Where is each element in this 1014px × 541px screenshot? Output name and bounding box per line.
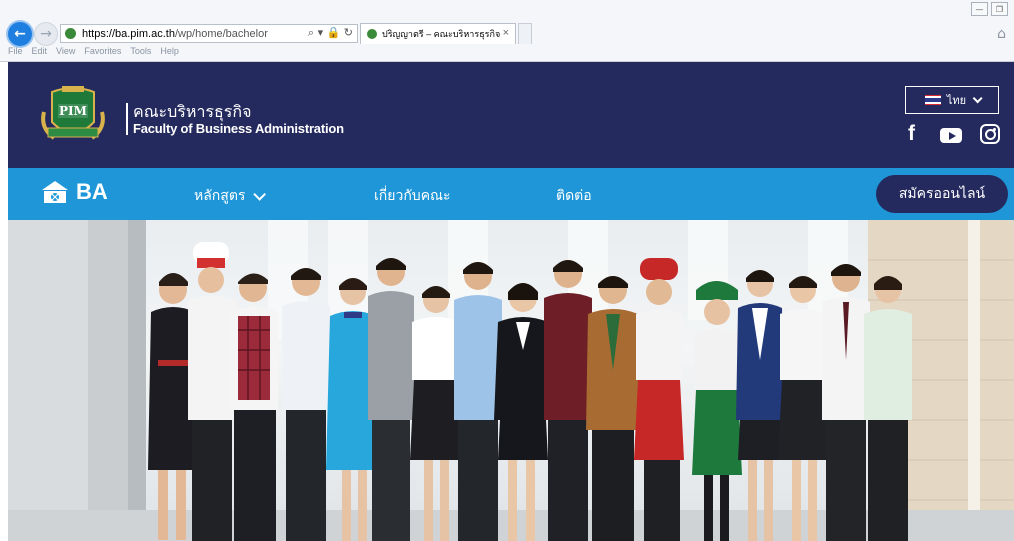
nav-item-contact[interactable]: ติดต่อ	[556, 185, 592, 207]
ba-brand-text: BA	[76, 179, 108, 204]
tab-title: ปริญญาตรี – คณะบริหารธุรกิจ	[382, 29, 501, 39]
pim-logo-text: PIM	[59, 104, 87, 118]
url-path: /wp/home/bachelor	[174, 27, 268, 40]
header-divider	[126, 103, 128, 135]
address-bar-icons[interactable]: ⌕ ▾ 🔒 ↻	[308, 26, 353, 40]
nav-item-label: หลักสูตร	[194, 188, 246, 204]
nav-item-courses[interactable]: หลักสูตร	[194, 185, 267, 207]
menu-file[interactable]: File	[8, 46, 23, 60]
browser-tab-active[interactable]: ปริญญาตรี – คณะบริหารธุรกิจ ×	[360, 23, 516, 44]
chevron-down-icon	[253, 187, 267, 201]
forward-arrow-icon[interactable]: →	[34, 22, 58, 46]
hero-students-illustration	[8, 220, 1014, 541]
new-tab-button[interactable]	[518, 23, 532, 44]
language-selector[interactable]: ไทย	[905, 86, 999, 114]
tab-close-icon[interactable]: ×	[503, 27, 509, 39]
back-arrow-icon[interactable]: ←	[8, 22, 32, 46]
menu-help[interactable]: Help	[160, 46, 179, 60]
nav-item-label: ติดต่อ	[556, 188, 592, 204]
home-icon[interactable]: ⌂	[997, 26, 1006, 42]
student-figures	[148, 242, 912, 541]
hero-banner-image	[8, 220, 1014, 541]
menu-bar: File Edit View Favorites Tools Help	[0, 46, 179, 60]
apply-online-button[interactable]: สมัครออนไลน์	[876, 175, 1008, 213]
main-navigation: BA หลักสูตร เกี่ยวกับคณะ ติดต่อ สมัครออน…	[8, 168, 1014, 220]
tab-favicon-icon	[367, 29, 377, 39]
minimize-icon[interactable]: —	[971, 2, 988, 16]
language-label: ไทย	[946, 94, 967, 107]
faculty-name-english: Faculty of Business Administration	[133, 121, 344, 136]
thai-flag-icon	[924, 94, 941, 106]
url-host: https://ba.pim.ac.th	[82, 27, 175, 40]
nav-item-about[interactable]: เกี่ยวกับคณะ	[374, 185, 451, 207]
site-header: PIM คณะบริหารธุรกิจ Faculty of Business …	[8, 62, 1014, 168]
ba-brand-logo[interactable]: BA	[40, 179, 108, 205]
menu-view[interactable]: View	[56, 46, 75, 60]
window-controls: — ❐	[971, 2, 1008, 16]
site-favicon-icon	[65, 28, 76, 39]
browser-chrome: ← → https://ba.pim.ac.th /wp/home/bachel…	[0, 0, 1014, 62]
ba-building-icon	[42, 181, 68, 203]
pim-logo[interactable]: PIM	[38, 82, 108, 148]
maximize-icon[interactable]: ❐	[991, 2, 1008, 16]
address-bar[interactable]: https://ba.pim.ac.th /wp/home/bachelor ⌕…	[60, 24, 358, 43]
facebook-icon[interactable]: f	[908, 122, 915, 146]
instagram-icon[interactable]	[980, 124, 1000, 144]
nav-item-label: เกี่ยวกับคณะ	[374, 188, 451, 204]
menu-edit[interactable]: Edit	[32, 46, 48, 60]
menu-tools[interactable]: Tools	[130, 46, 151, 60]
youtube-icon[interactable]	[940, 128, 962, 143]
menu-favorites[interactable]: Favorites	[84, 46, 121, 60]
chevron-down-icon	[972, 92, 983, 103]
